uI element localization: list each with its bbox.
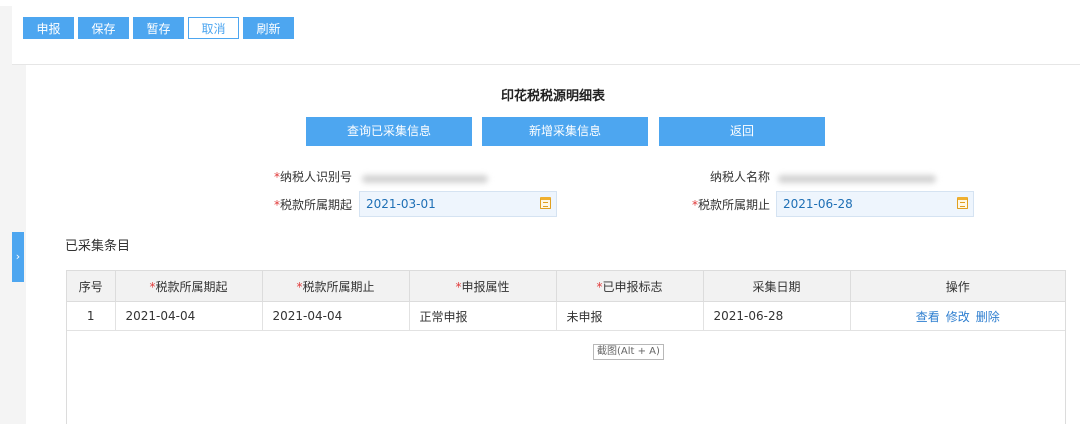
cell-declared-flag: 未申报 bbox=[556, 301, 704, 331]
back-button[interactable]: 返回 bbox=[659, 117, 825, 146]
refresh-button[interactable]: 刷新 bbox=[243, 17, 294, 39]
period-start-label-text: 税款所属期起 bbox=[279, 198, 352, 212]
cell-operations: 查看 修改 删除 bbox=[850, 301, 1065, 331]
taxpayer-id-label-text: 纳税人识别号 bbox=[279, 170, 352, 184]
header-declared-flag: *已申报标志 bbox=[556, 271, 704, 302]
screenshot-tooltip: 截图(Alt + A) bbox=[593, 344, 664, 360]
period-end-label-text: 税款所属期止 bbox=[697, 198, 770, 212]
taxpayer-name-value-redacted bbox=[778, 175, 936, 183]
header-operation: 操作 bbox=[850, 271, 1065, 302]
delete-link[interactable]: 删除 bbox=[976, 310, 1000, 324]
temp-save-button[interactable]: 暂存 bbox=[133, 17, 184, 39]
sidebar-expand-handle[interactable]: › bbox=[12, 232, 24, 282]
page-title: 印花税税源明细表 bbox=[500, 89, 605, 104]
table-row: 1 2021-04-04 2021-04-04 正常申报 未申报 2021-06… bbox=[67, 301, 1065, 331]
header-collect-date: 采集日期 bbox=[703, 271, 851, 302]
cell-period-start: 2021-04-04 bbox=[115, 301, 263, 331]
cell-index: 1 bbox=[67, 301, 116, 331]
collected-table: 序号 *税款所属期起 *税款所属期止 *申报属性 *已申报标志 采集日期 操作 … bbox=[67, 271, 1065, 331]
calendar-icon[interactable] bbox=[540, 197, 551, 209]
edit-link[interactable]: 修改 bbox=[946, 310, 970, 324]
save-button[interactable]: 保存 bbox=[78, 17, 129, 39]
chevron-right-icon: › bbox=[15, 250, 21, 263]
toolbar: 申报 保存 暂存 取消 刷新 bbox=[12, 6, 1080, 65]
collected-table-container: 序号 *税款所属期起 *税款所属期止 *申报属性 *已申报标志 采集日期 操作 … bbox=[66, 270, 1066, 424]
period-start-value: 2021-03-01 bbox=[366, 197, 436, 211]
view-link[interactable]: 查看 bbox=[916, 310, 940, 324]
period-start-input[interactable]: 2021-03-01 bbox=[359, 191, 557, 217]
period-start-label: *税款所属期起 bbox=[252, 195, 352, 215]
cancel-button[interactable]: 取消 bbox=[188, 17, 239, 39]
period-end-input[interactable]: 2021-06-28 bbox=[776, 191, 974, 217]
calendar-icon[interactable] bbox=[957, 197, 968, 209]
query-collected-button[interactable]: 查询已采集信息 bbox=[306, 117, 472, 146]
header-period-end-text: 税款所属期止 bbox=[302, 279, 375, 294]
header-period-end: *税款所属期止 bbox=[262, 271, 410, 302]
declare-button[interactable]: 申报 bbox=[23, 17, 74, 39]
period-end-value: 2021-06-28 bbox=[783, 197, 853, 211]
header-declare-attr: *申报属性 bbox=[409, 271, 557, 302]
cell-collect-date: 2021-06-28 bbox=[703, 301, 851, 331]
main-panel: 印花税税源明细表 查询已采集信息 新增采集信息 返回 *纳税人识别号 纳税人名称… bbox=[26, 65, 1080, 424]
taxpayer-name-label: 纳税人名称 bbox=[709, 170, 770, 184]
period-end-label: *税款所属期止 bbox=[670, 195, 770, 215]
cell-period-end: 2021-04-04 bbox=[262, 301, 410, 331]
header-index: 序号 bbox=[67, 271, 116, 302]
header-declared-flag-text: 已申报标志 bbox=[602, 279, 663, 294]
taxpayer-id-label: *纳税人识别号 bbox=[252, 167, 352, 187]
taxpayer-id-value-redacted bbox=[362, 175, 488, 183]
header-declare-attr-text: 申报属性 bbox=[461, 279, 510, 294]
cell-declare-attr: 正常申报 bbox=[409, 301, 557, 331]
add-collect-button[interactable]: 新增采集信息 bbox=[482, 117, 648, 146]
table-header-row: 序号 *税款所属期起 *税款所属期止 *申报属性 *已申报标志 采集日期 操作 bbox=[67, 271, 1065, 302]
header-period-start: *税款所属期起 bbox=[115, 271, 263, 302]
header-period-start-text: 税款所属期起 bbox=[155, 279, 228, 294]
collected-section-title: 已采集条目 bbox=[65, 239, 131, 254]
